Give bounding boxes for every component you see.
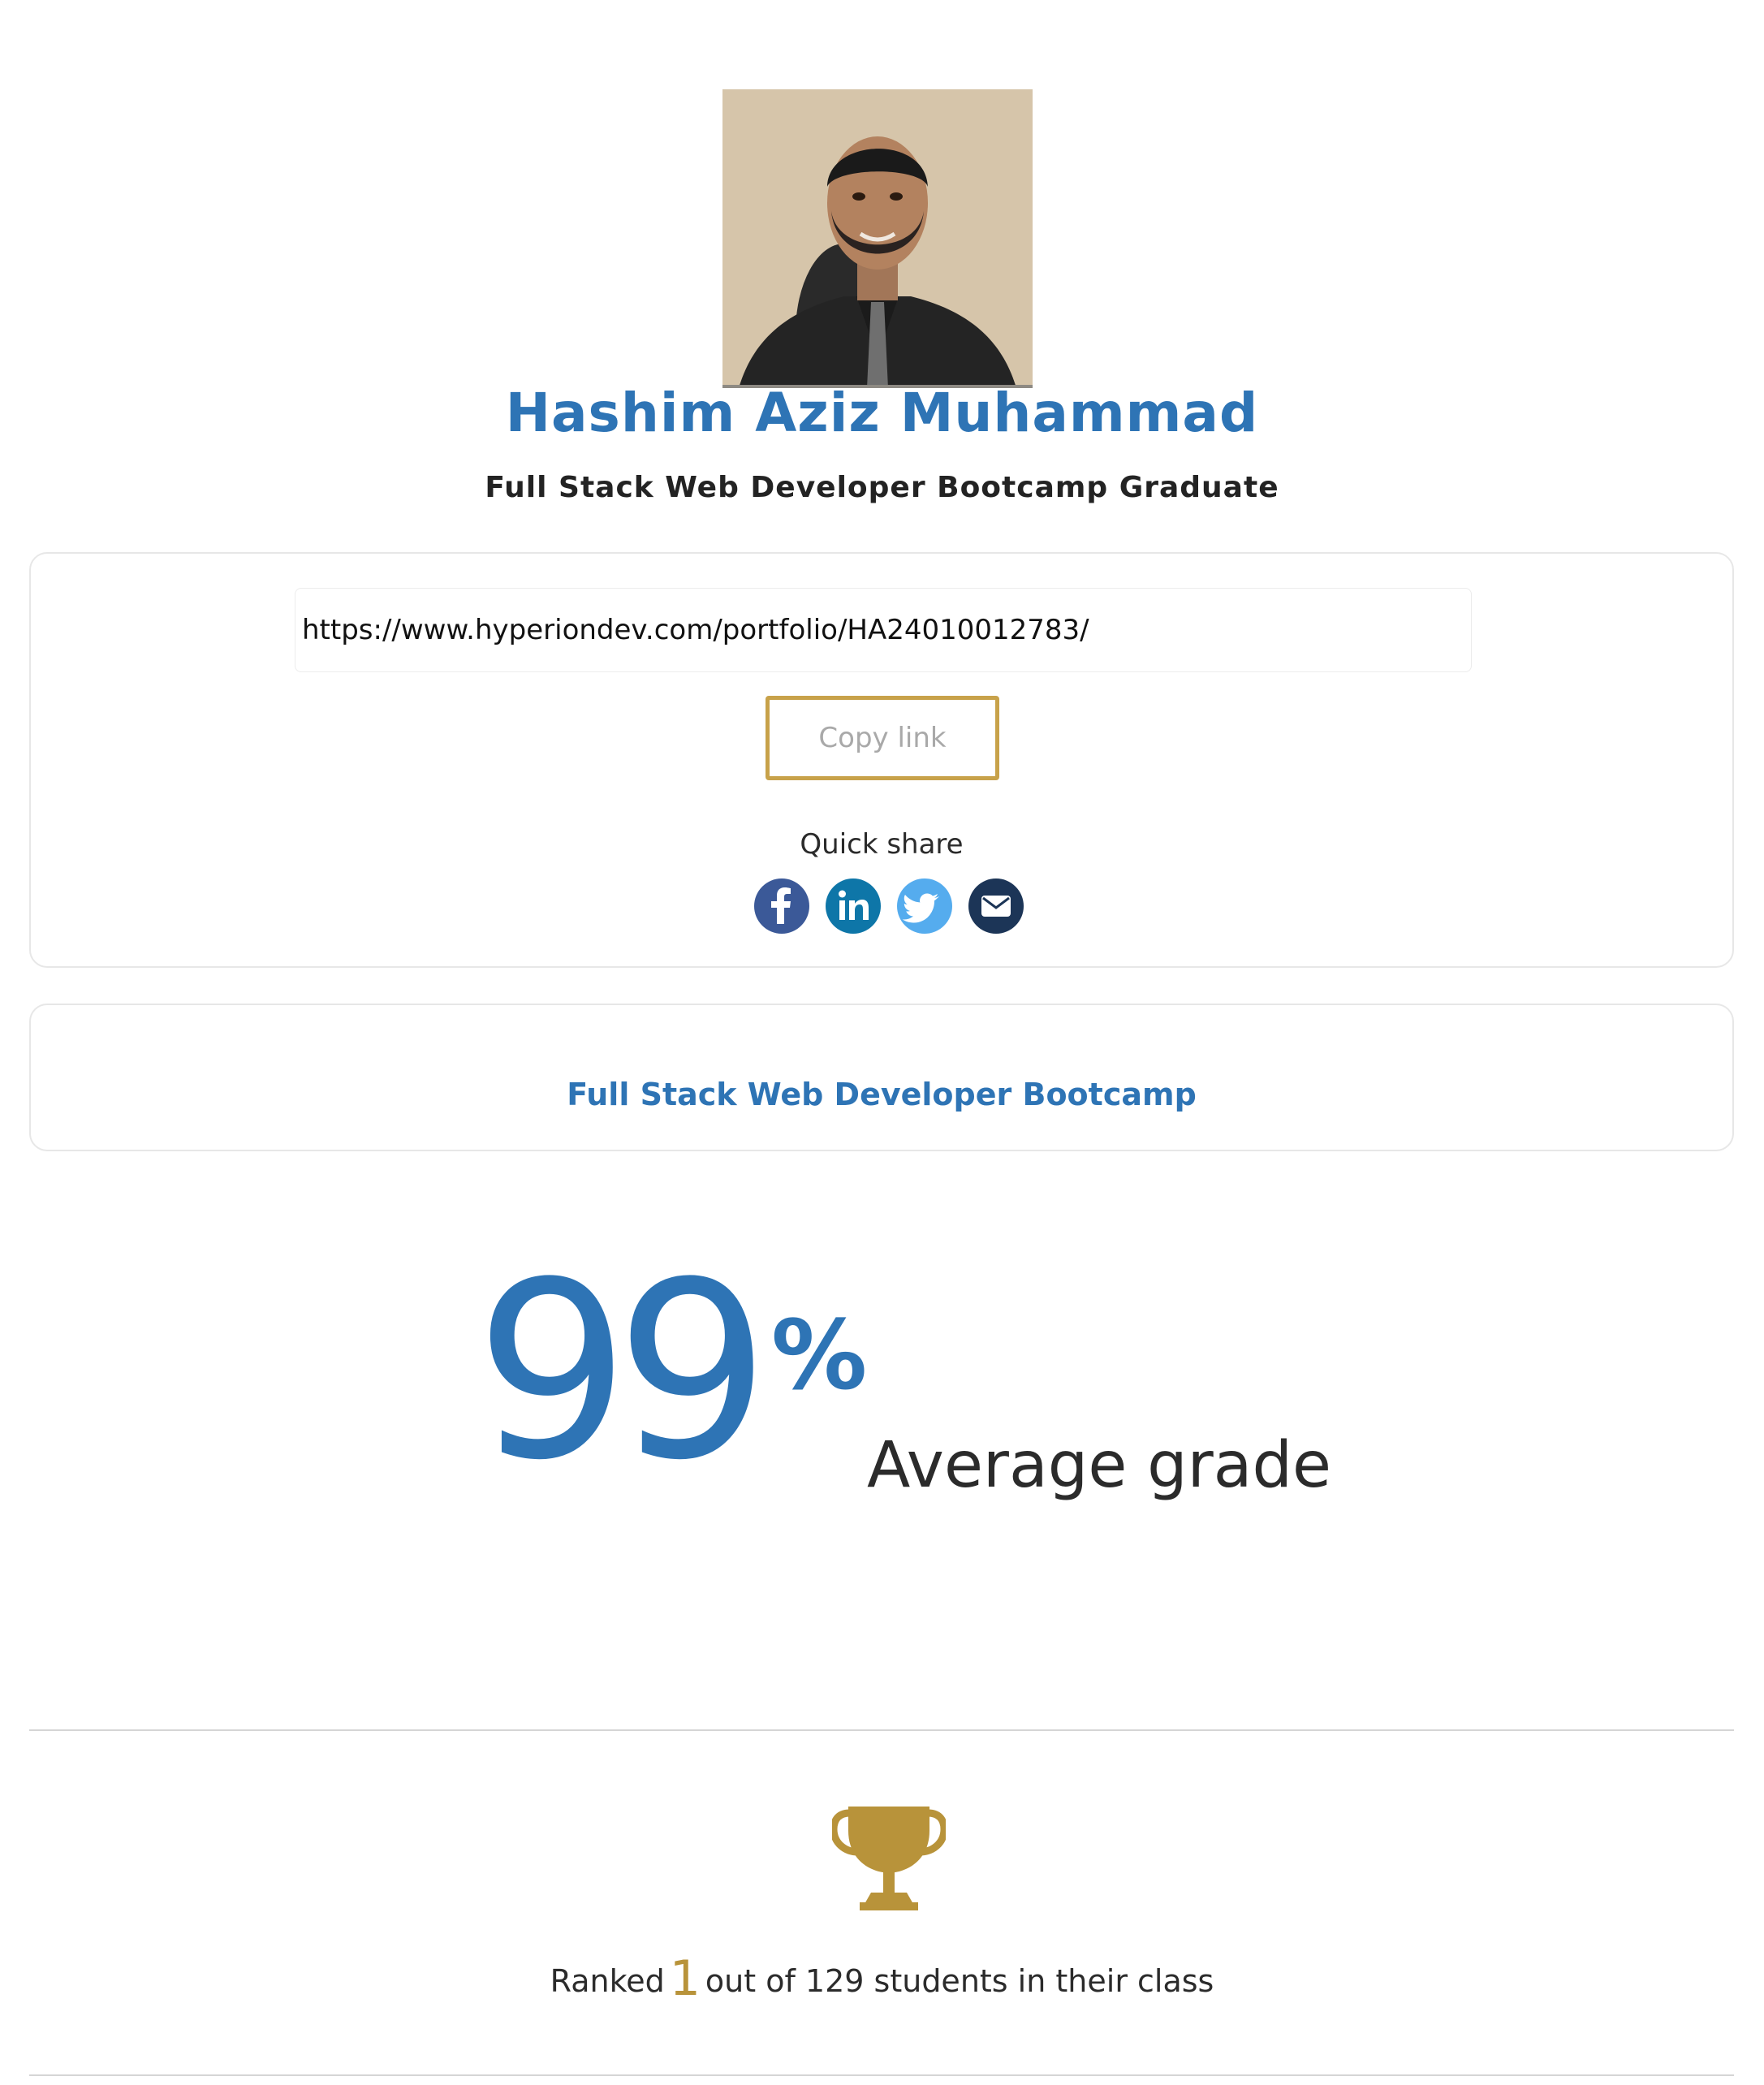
section-divider: [29, 1729, 1734, 1731]
trophy-icon: [830, 1798, 948, 1916]
portfolio-url-field[interactable]: https://www.hyperiondev.com/portfolio/HA…: [295, 588, 1472, 672]
copy-link-button[interactable]: Copy link: [766, 696, 999, 780]
share-card: https://www.hyperiondev.com/portfolio/HA…: [29, 552, 1734, 968]
profile-photo: [722, 89, 1033, 388]
person-portrait: [722, 89, 1033, 388]
linkedin-icon[interactable]: [826, 878, 881, 934]
bottom-divider: [29, 2074, 1734, 2076]
profile-name: Hashim Aziz Muhammad: [505, 382, 1259, 444]
quick-share-label: Quick share: [800, 828, 964, 861]
class-rank: Ranked 1 out of 129 students in their clas…: [0, 1950, 1764, 2007]
average-grade-label: Average grade: [867, 1429, 1331, 1502]
profile-subtitle: Full Stack Web Developer Bootcamp Gradua…: [485, 471, 1279, 504]
average-grade-value: 99: [475, 1230, 770, 1513]
rank-prefix: Ranked: [550, 1963, 665, 1999]
rank-position: 1: [669, 1950, 701, 2007]
twitter-icon[interactable]: [897, 878, 952, 934]
course-title[interactable]: Full Stack Web Developer Bootcamp: [31, 1077, 1732, 1112]
average-grade-percent-sign: %: [771, 1299, 868, 1411]
rank-suffix: out of 129 students in their class: [705, 1963, 1214, 1999]
email-icon[interactable]: [968, 878, 1024, 934]
course-card: Full Stack Web Developer Bootcamp: [29, 1004, 1734, 1151]
facebook-icon[interactable]: [754, 878, 809, 934]
share-icons: [31, 878, 1732, 934]
